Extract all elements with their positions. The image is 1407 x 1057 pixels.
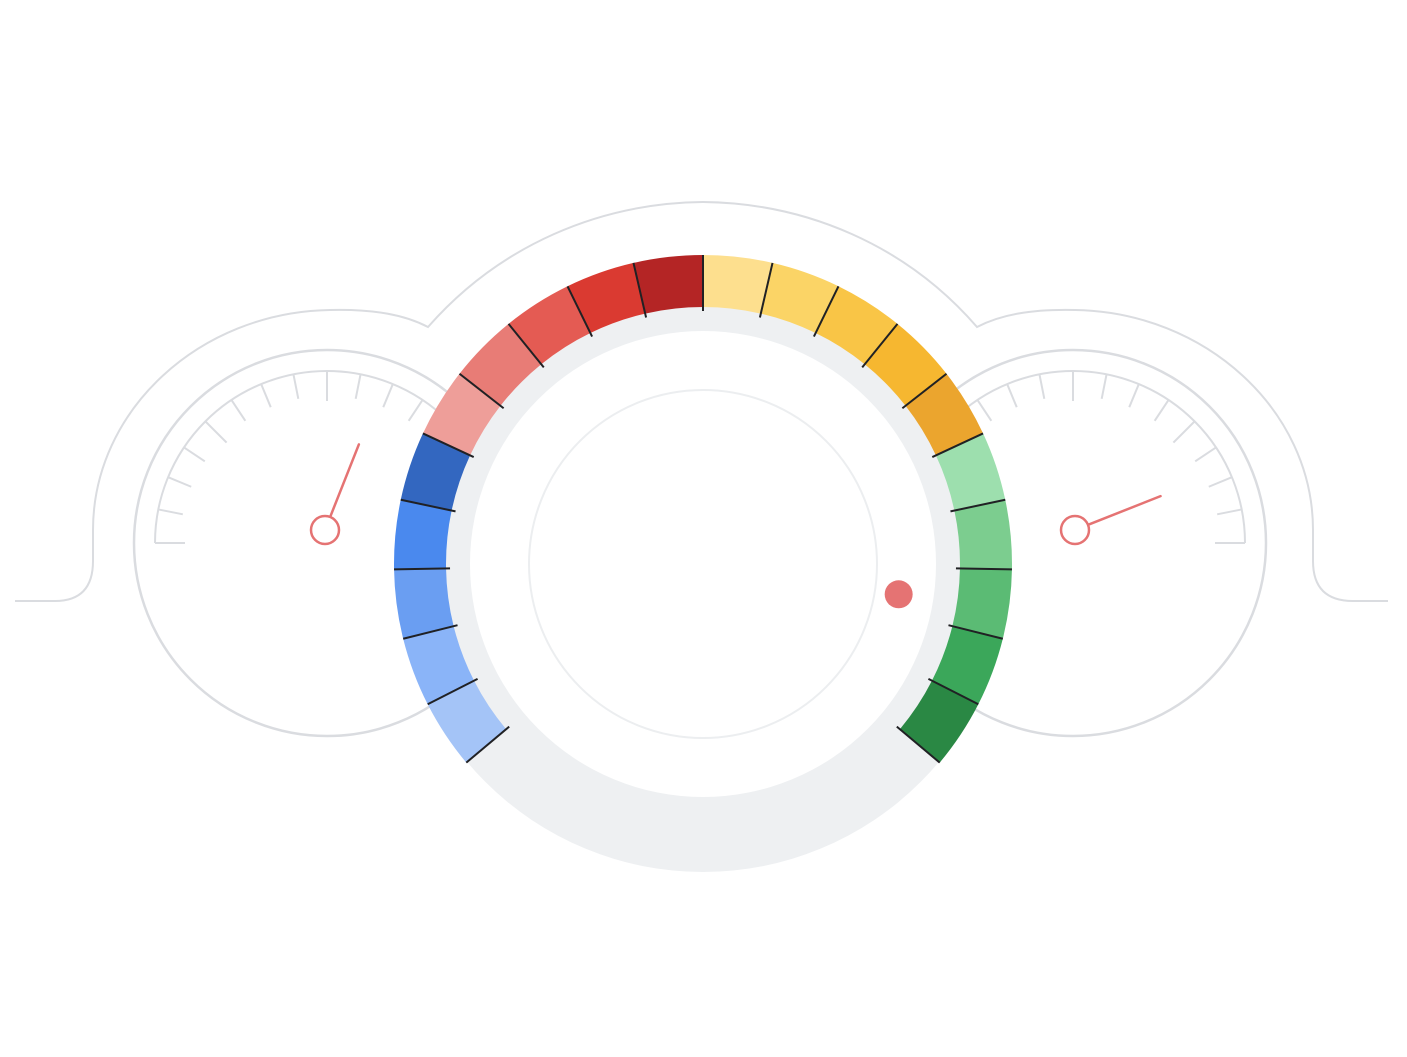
- dial-indicator-dot[interactable]: [884, 580, 913, 609]
- gauge-cluster-illustration: [15, 200, 1388, 872]
- dial-segment-blue: [394, 499, 452, 570]
- dial-segment-divider: [394, 567, 451, 571]
- right-gauge-needle-hub: [1059, 514, 1091, 546]
- dial-segment-green: [954, 499, 1012, 570]
- dial-knob-face[interactable]: [470, 331, 936, 797]
- dial-segment-divider: [955, 567, 1012, 571]
- center-dial[interactable]: [394, 255, 1012, 872]
- left-gauge-needle-hub: [309, 514, 341, 546]
